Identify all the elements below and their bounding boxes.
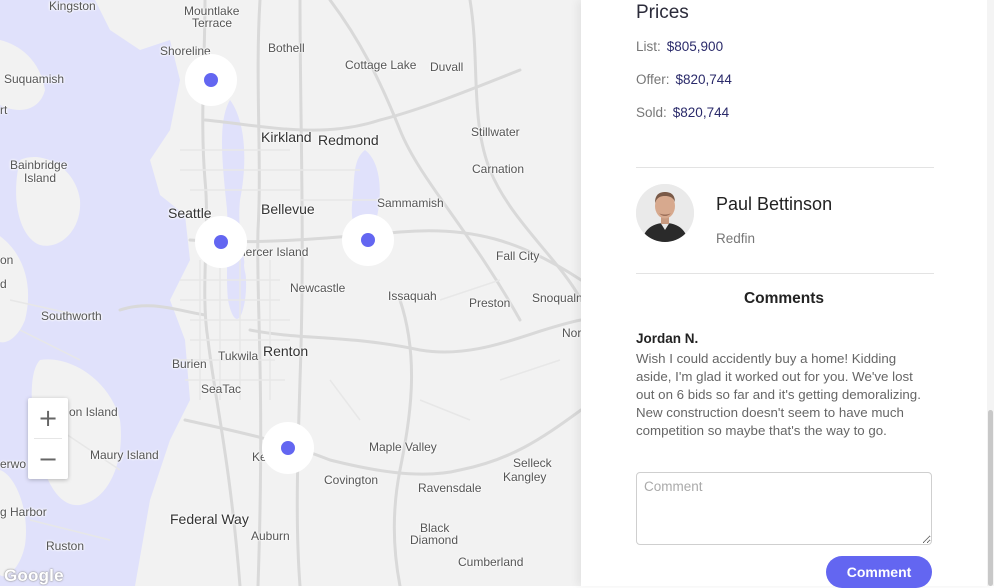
zoom-in-button[interactable]: + — [28, 398, 68, 438]
marker-dot — [214, 235, 228, 249]
map-label: Stillwater — [471, 125, 520, 139]
map-label: Terrace — [192, 16, 233, 30]
comments-heading: Comments — [743, 290, 825, 307]
map-label: Tukwila — [218, 349, 259, 363]
map-label: Maury Island — [90, 448, 159, 462]
price-sold-value: $820,744 — [672, 105, 730, 120]
price-offer-row: Offer: $820,744 — [636, 72, 732, 87]
comment-text: Wish I could accidently buy a home! Kidd… — [636, 351, 921, 438]
map-label: Renton — [263, 343, 309, 359]
map-label: Diamond — [410, 533, 459, 547]
map-label: Maple Valley — [369, 440, 437, 454]
map-label: Burien — [172, 357, 207, 371]
map-label: g Harbor — [0, 505, 47, 519]
zoom-control: + − — [28, 398, 68, 479]
map-label: Sammamish — [377, 196, 444, 210]
map-label: Covington — [324, 473, 379, 487]
map-label: Carnation — [472, 162, 525, 176]
map-label: Ravensdale — [418, 481, 482, 495]
google-logo: Google — [4, 566, 64, 585]
map-label: Cumberland — [458, 555, 524, 569]
map-label: Preston — [469, 296, 511, 310]
price-sold-row: Sold: $820,744 — [636, 105, 729, 120]
prices-title: Prices — [636, 2, 689, 23]
marker-dot — [204, 73, 218, 87]
comment-input[interactable] — [636, 472, 932, 545]
map-label: Newcastle — [290, 281, 346, 295]
map-label: on — [0, 253, 14, 267]
price-list-label: List: — [636, 39, 661, 54]
marker-dot — [361, 233, 375, 247]
map-label: Duvall — [430, 60, 464, 74]
map-label: Federal Way — [170, 511, 249, 527]
map-label: Southworth — [41, 309, 102, 323]
comment-author: Jordan N. — [636, 331, 699, 346]
map-label: Ruston — [46, 539, 85, 553]
property-marker[interactable] — [342, 214, 394, 266]
map-label: on Island — [69, 405, 118, 419]
price-offer-value: $820,744 — [675, 72, 732, 87]
map-label: Snoqualn — [532, 291, 581, 305]
map-label: Seattle — [168, 205, 212, 221]
map-label: d — [0, 277, 7, 291]
map-label: rt — [0, 103, 8, 117]
map-label: Kingston — [49, 0, 96, 13]
map-label: SeaTac — [201, 382, 242, 396]
map-label: Kangley — [503, 470, 547, 484]
price-sold-label: Sold: — [636, 105, 667, 120]
map-label: Bothell — [268, 41, 305, 55]
map-label: Selleck — [513, 456, 552, 470]
map-label: Suquamish — [4, 72, 65, 86]
scrollbar-thumb[interactable] — [988, 410, 993, 586]
agent-name: Paul Bettinson — [716, 194, 833, 214]
price-offer-label: Offer: — [636, 72, 670, 87]
map-label: lercer Island — [243, 245, 309, 259]
marker-dot — [281, 441, 295, 455]
property-marker[interactable] — [195, 216, 247, 268]
property-marker[interactable] — [185, 54, 237, 106]
map[interactable]: Kingston Mountlake Terrace Shoreline Bot… — [0, 0, 581, 586]
map-label: Fall City — [496, 249, 540, 263]
map-label: erwo — [0, 457, 27, 471]
agent-photo — [636, 184, 694, 242]
agent-avatar — [636, 184, 694, 242]
agent-company: Redfin — [716, 231, 756, 246]
price-list-value: $805,900 — [666, 39, 724, 54]
divider — [636, 167, 934, 168]
divider — [636, 273, 934, 274]
map-label: Auburn — [251, 529, 290, 543]
map-label: Bellevue — [261, 201, 315, 217]
price-list-row: List: $805,900 — [636, 39, 723, 54]
map-label: Redmond — [318, 132, 379, 148]
map-label: Nor — [562, 326, 581, 340]
map-label: Kirkland — [261, 129, 312, 145]
zoom-out-button[interactable]: − — [28, 439, 68, 479]
map-label: Island — [24, 171, 57, 185]
map-label: Issaquah — [388, 289, 437, 303]
comment-submit-button[interactable]: Comment — [826, 556, 932, 588]
map-label: Cottage Lake — [345, 58, 417, 72]
property-marker[interactable] — [262, 422, 314, 474]
